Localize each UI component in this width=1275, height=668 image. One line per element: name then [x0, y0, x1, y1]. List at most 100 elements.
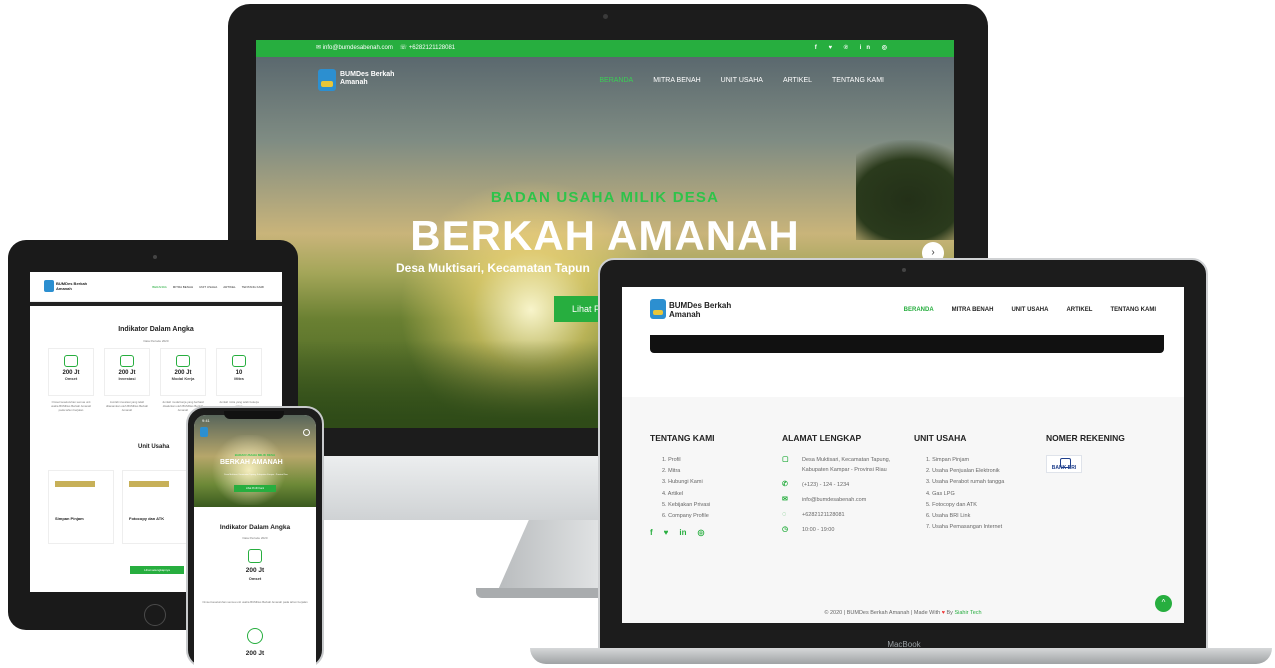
nav-item-mitra-benah[interactable]: MITRA BENAH	[173, 285, 193, 289]
nav-item-unit-usaha[interactable]: UNIT USAHA	[199, 285, 217, 289]
stat-label: Modal Kerja	[171, 376, 195, 381]
social-icons[interactable]: f ♥ ℗ in ◎	[815, 40, 892, 57]
copyright-text: © 2020 | BUMDes Berkah Amanah | Made Wit…	[824, 610, 941, 616]
email-text[interactable]: info@bumdesabenah.com	[802, 495, 866, 505]
unit-item[interactable]: 3. Usaha Perabot rumah tangga	[926, 477, 1004, 488]
nav-item-mitra-benah[interactable]: MITRA BENAH	[653, 77, 700, 84]
hours-text: 10:00 - 19:00	[802, 527, 835, 533]
footer-about-links: 1. Profil 2. Mitra 3. Hubungi Kami 4. Ar…	[662, 455, 710, 522]
logo-icon[interactable]	[650, 299, 666, 319]
handshake-icon	[232, 355, 246, 367]
unit-item[interactable]: 4. Gas LPG	[926, 489, 1004, 500]
contact-email[interactable]: info@bumdesabenah.com	[323, 45, 393, 51]
unit-name: Fotocopy dan ATK	[129, 516, 165, 521]
footer-units-list: 1. Simpan Pinjam 2. Usaha Penjualan Elek…	[926, 455, 1004, 533]
footer-bank-title: NOMER REKENING	[1046, 433, 1125, 443]
stat-card-modal-kerja: 200 Jt Modal Kerja	[160, 348, 206, 396]
footer-units-title: UNIT USAHA	[914, 433, 967, 443]
stat-value: 200 Jt	[245, 650, 265, 657]
nav-item-artikel[interactable]: ARTIKEL	[223, 285, 235, 289]
nav-item-beranda[interactable]: BERANDA	[904, 307, 934, 313]
stat-label: Omset	[64, 376, 78, 381]
copyright-by: By	[946, 610, 953, 616]
imac-camera	[603, 14, 608, 19]
stat-description: Omset keseluruhan semua unit usaha BUMDe…	[202, 600, 308, 604]
unit-item[interactable]: 5. Fotocopy dan ATK	[926, 500, 1004, 511]
unit-item[interactable]: 6. Usaha BRI Link	[926, 511, 1004, 522]
menu-icon[interactable]	[303, 429, 310, 436]
footer-social: f ♥ in ◎	[650, 528, 705, 537]
nav-item-tentang-kami[interactable]: TENTANG KAMI	[1110, 307, 1156, 313]
unit-item[interactable]: 1. Simpan Pinjam	[926, 455, 1004, 466]
hero-sunlight	[204, 435, 294, 505]
instagram-icon[interactable]: ◎	[698, 528, 705, 537]
map-icon: ▢	[782, 456, 789, 463]
top-contact-bar: ✉ info@bumdesabenah.com ☏ +6282121128081…	[256, 40, 954, 57]
nav-item-unit-usaha[interactable]: UNIT USAHA	[1011, 307, 1048, 313]
footer-link-mitra[interactable]: 2. Mitra	[662, 466, 710, 477]
brand-name[interactable]: BUMDes Berkah Amanah	[340, 71, 420, 87]
author-link[interactable]: Siahir Tech	[954, 610, 981, 616]
copyright: © 2020 | BUMDes Berkah Amanah | Made Wit…	[622, 610, 1184, 616]
stat-label: Mitra	[234, 376, 244, 381]
macbook-navbar: BUMDes Berkah Amanah BERANDA MITRA BENAH…	[622, 287, 1184, 335]
logo-icon[interactable]	[44, 280, 54, 292]
hero-title: BERKAH AMANAH	[220, 459, 283, 466]
nav-item-artikel[interactable]: ARTIKEL	[1066, 307, 1092, 313]
stat-card-investasi: 200 Jt Investasi	[104, 348, 150, 396]
unit-item[interactable]: 7. Usaha Pemasangan Internet	[926, 522, 1004, 533]
stat-label: Investasi	[118, 376, 136, 381]
footer-link-hubungi-kami[interactable]: 3. Hubungi Kami	[662, 477, 710, 488]
contact-phone[interactable]: +6282121128081	[409, 45, 455, 51]
stat-card-mitra: 10 Mitra	[216, 348, 262, 396]
phone-text[interactable]: (+123) - 124 - 1234	[802, 480, 849, 490]
footer-link-profil[interactable]: 1. Profil	[662, 455, 710, 466]
section-title: Indikator Dalam Angka	[118, 326, 194, 333]
linkedin-icon[interactable]: in	[679, 528, 686, 537]
unit-image	[55, 481, 95, 487]
footer-link-artikel[interactable]: 4. Artikel	[662, 489, 710, 500]
stat-description: Jumlah investasi yang telah ditanamkan o…	[105, 400, 149, 412]
twitter-icon[interactable]: ♥	[664, 528, 669, 537]
whatsapp-text[interactable]: +6282121128081	[802, 510, 845, 520]
section-subtitle: Data Periode 2020	[143, 339, 169, 343]
tablet-home-button	[144, 604, 166, 626]
unit-card[interactable]: Simpan Pinjam	[48, 470, 114, 544]
nav-item-tentang-kami[interactable]: TENTANG KAMI	[832, 77, 884, 84]
chart-icon	[64, 355, 78, 367]
money-bag-icon	[176, 355, 190, 367]
logo-icon[interactable]	[318, 69, 336, 91]
macbook-camera	[902, 268, 906, 272]
nav-item-unit-usaha[interactable]: UNIT USAHA	[721, 77, 763, 84]
tablet-camera	[153, 255, 157, 259]
hero-strip	[30, 302, 282, 306]
facebook-icon[interactable]: f	[650, 528, 653, 537]
footer-link-kebijakan-privasi[interactable]: 5. Kebijakan Privasi	[662, 500, 710, 511]
see-more-button[interactable]: Lihat selengkapnya	[130, 566, 184, 574]
brand-name[interactable]: BUMDes Berkah Amanah	[669, 301, 749, 319]
macbook-nav: BERANDA MITRA BENAH UNIT USAHA ARTIKEL T…	[904, 307, 1156, 313]
logo-icon[interactable]	[200, 427, 208, 437]
stat-value: 200 Jt	[245, 567, 265, 574]
unit-item[interactable]: 2. Usaha Penjualan Elektronik	[926, 466, 1004, 477]
stat-description: Omset keseluruhan semua unit usaha BUMDe…	[50, 400, 92, 412]
nav-item-beranda[interactable]: BERANDA	[152, 285, 167, 289]
unit-image	[129, 481, 169, 487]
footer-link-company-profile[interactable]: 6. Company Profile	[662, 511, 710, 522]
main-nav: BERANDA MITRA BENAH UNIT USAHA ARTIKEL T…	[599, 77, 884, 84]
device-mockup-stage: ✉ info@bumdesabenah.com ☏ +6282121128081…	[0, 0, 1275, 668]
section-subtitle: Data Periode 2020	[242, 536, 268, 540]
nav-item-tentang-kami[interactable]: TENTANG KAMI	[242, 285, 264, 289]
unit-card[interactable]: Fotocopy dan ATK	[122, 470, 188, 544]
nav-item-beranda[interactable]: BERANDA	[599, 77, 633, 84]
address-text: Desa Muktisari, Kecamatan Tapung, Kabupa…	[802, 457, 891, 473]
macbook-base	[530, 648, 1272, 664]
hero-location: Desa Muktisari, Kecamatan Tapung, Kabupa…	[224, 474, 288, 476]
brand-name[interactable]: BUMDes Berkah Amanah	[56, 281, 96, 291]
hero-profile-button[interactable]: Lihat Profil Kami	[234, 485, 276, 492]
footer-address-block: ▢ Desa Muktisari, Kecamatan Tapung, Kabup…	[782, 455, 892, 540]
hero-subtitle: BADAN USAHA MILIK DESA	[234, 453, 276, 457]
nav-item-artikel[interactable]: ARTIKEL	[783, 77, 812, 84]
section-title: Indikator Dalam Angka	[219, 524, 291, 531]
nav-item-mitra-benah[interactable]: MITRA BENAH	[952, 307, 994, 313]
